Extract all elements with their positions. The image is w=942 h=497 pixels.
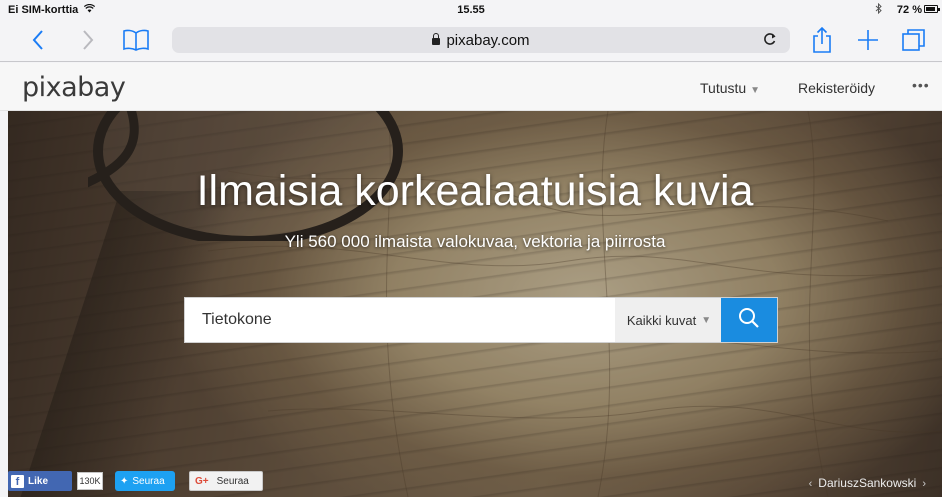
bookmarks-icon[interactable] [118,24,154,56]
clock: 15.55 [457,4,485,16]
lock-icon [432,33,441,45]
image-type-dropdown[interactable]: Kaikki kuvat ▼ [615,298,723,342]
tabs-icon[interactable] [898,24,930,56]
nav-register[interactable]: Rekisteröidy [798,80,875,96]
address-bar[interactable]: pixabay.com [172,27,790,53]
facebook-like-label: Like [28,475,49,487]
gplus-icon: G+ [195,475,209,487]
forward-icon[interactable] [74,24,102,56]
gplus-follow-button[interactable]: G+ Seuraa [189,471,263,491]
new-tab-icon[interactable] [852,24,884,56]
facebook-like-button[interactable]: f Like [8,471,72,491]
nav-explore-label: Tutustu [700,80,747,96]
share-icon[interactable] [806,24,838,56]
gplus-follow-label: Seuraa [216,475,249,487]
twitter-follow-label: Seuraa [132,475,165,487]
status-bar: Ei SIM-korttia 15.55 72 % [0,0,942,20]
search-button[interactable] [721,298,777,342]
photo-credit: ‹ DariuszSankowski › [803,476,932,490]
hero-subtitle: Yli 560 000 ilmaista valokuvaa, vektoria… [284,232,666,251]
site-header: pixabay Tutustu ▼ Rekisteröidy ••• [0,63,942,111]
pixabay-logo[interactable]: pixabay [22,72,126,103]
prev-arrow-icon[interactable]: ‹ [809,478,813,490]
facebook-like-count: 130K [77,472,103,490]
twitter-follow-button[interactable]: ✦ Seuraa [115,471,175,491]
bluetooth-icon [875,2,882,17]
more-menu[interactable]: ••• [912,77,930,93]
twitter-icon: ✦ [120,475,129,487]
url-text: pixabay.com [446,32,530,49]
hero-title: Ilmaisia korkealaatuisia kuvia [196,167,754,215]
facebook-icon: f [11,474,24,488]
search-box: Kaikki kuvat ▼ [184,297,778,343]
chevron-down-icon: ▼ [701,314,712,326]
next-arrow-icon[interactable]: › [922,478,926,490]
browser-toolbar: pixabay.com [0,20,942,62]
search-input[interactable] [185,298,615,342]
battery-percent: 72 % [896,4,922,16]
back-icon[interactable] [24,24,52,56]
reload-icon[interactable] [760,29,780,49]
battery-icon [924,5,940,13]
nav-explore[interactable]: Tutustu ▼ [700,80,760,96]
image-type-label: Kaikki kuvat [626,312,697,328]
chevron-down-icon: ▼ [750,85,761,96]
hero-banner: Ilmaisia korkealaatuisia kuvia Yli 560 0… [8,111,942,497]
photo-credit-author[interactable]: DariuszSankowski [818,476,916,490]
url-display[interactable]: pixabay.com [172,32,790,49]
search-icon [738,307,760,334]
